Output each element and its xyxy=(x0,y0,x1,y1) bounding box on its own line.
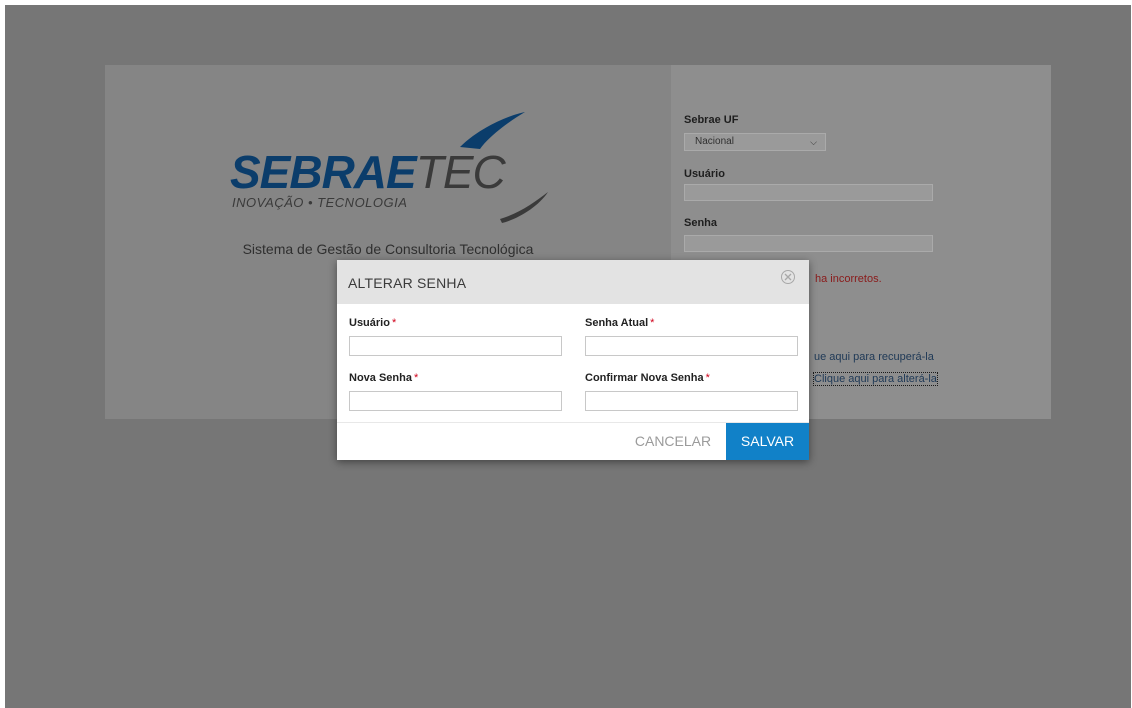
uf-select-value: Nacional xyxy=(695,136,734,147)
logo-wordmark: SEBRAETEC xyxy=(230,145,506,199)
logo-text-sebrae: SEBRAE xyxy=(230,146,417,198)
sebraetec-logo: SEBRAETEC INOVAÇÃO • TECNOLOGIA xyxy=(230,107,550,227)
change-password-dialog: ALTERAR SENHA Usuário * Senha Atual * Nova… xyxy=(337,260,809,460)
cancel-button[interactable]: CANCELAR xyxy=(623,423,723,460)
confirm-password-label: Confirmar Nova Senha * xyxy=(585,372,710,384)
chevron-down-icon: ⌵ xyxy=(810,137,817,147)
recover-password-link[interactable]: ue aqui para recuperá-la xyxy=(814,351,934,363)
current-password-input[interactable] xyxy=(585,336,798,356)
required-asterisk: * xyxy=(391,317,397,329)
login-error-message: ha incorretos. xyxy=(815,273,882,285)
new-password-label: Nova Senha * xyxy=(349,372,418,384)
dialog-user-label: Usuário * xyxy=(349,317,396,329)
dialog-user-label-text: Usuário xyxy=(349,317,390,329)
dialog-user-input[interactable] xyxy=(349,336,562,356)
dialog-title: ALTERAR SENHA xyxy=(348,275,467,291)
required-asterisk: * xyxy=(413,372,419,384)
required-asterisk: * xyxy=(650,317,655,329)
save-button[interactable]: SALVAR xyxy=(726,423,809,460)
change-password-link[interactable]: Clique aqui para alterá-la xyxy=(813,372,938,386)
new-password-label-text: Nova Senha xyxy=(349,372,412,384)
user-label: Usuário xyxy=(684,168,725,180)
dialog-header: ALTERAR SENHA xyxy=(337,260,809,304)
logo-text-tec: TEC xyxy=(415,146,506,198)
current-password-label: Senha Atual * xyxy=(585,317,654,329)
user-input[interactable] xyxy=(684,184,933,201)
confirm-password-label-text: Confirmar Nova Senha xyxy=(585,372,704,384)
uf-label: Sebrae UF xyxy=(684,114,739,126)
close-x-glyph xyxy=(784,273,792,281)
password-label: Senha xyxy=(684,217,718,229)
confirm-password-input[interactable] xyxy=(585,391,798,411)
required-asterisk: * xyxy=(705,372,710,384)
logo-subtitle: INOVAÇÃO • TECNOLOGIA xyxy=(232,195,408,210)
close-icon[interactable] xyxy=(781,270,795,284)
current-password-label-text: Senha Atual xyxy=(585,317,649,329)
password-input[interactable] xyxy=(684,235,933,252)
new-password-input[interactable] xyxy=(349,391,562,411)
system-tagline: Sistema de Gestão de Consultoria Tecnoló… xyxy=(242,241,534,257)
uf-select[interactable]: Nacional ⌵ xyxy=(684,133,826,151)
